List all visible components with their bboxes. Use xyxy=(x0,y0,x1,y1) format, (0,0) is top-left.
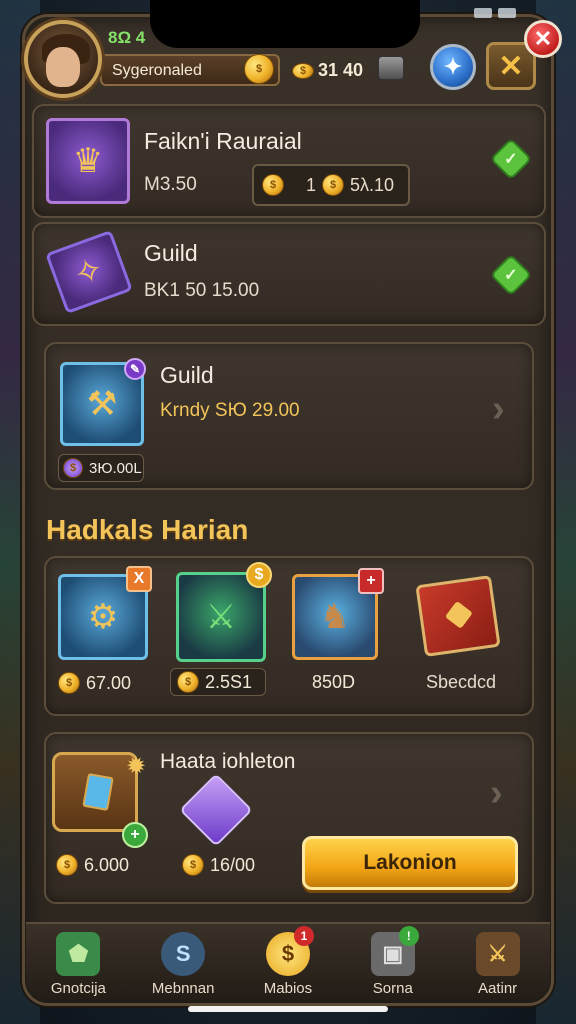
offer-card-3[interactable]: ⚒ ✎ Guild Krndy SЮ 29.00 3Ю.00L › xyxy=(44,342,534,490)
coin-icon xyxy=(322,174,345,196)
cross-swords-icon: ✕ xyxy=(498,49,524,83)
item-badge-2: $ xyxy=(246,562,272,588)
section-title: Hadkals Harian xyxy=(46,514,249,545)
chest-plus-badge: + xyxy=(122,822,148,848)
nav-item-2[interactable]: S Mebnnan xyxy=(135,932,231,997)
check-icon: ✓ xyxy=(504,151,518,168)
chevron-right-icon[interactable]: › xyxy=(490,772,503,815)
close-button[interactable]: ✕ xyxy=(524,20,562,58)
gold-pile-icon xyxy=(56,854,78,876)
item-price-3: 850D xyxy=(312,672,356,692)
nav-badge-4: ! xyxy=(398,926,419,946)
check-icon: ✓ xyxy=(504,267,518,284)
offer-title-1: Faikn'i Rauraial xyxy=(144,128,302,154)
chest-title: Haata iohleton xyxy=(160,750,296,773)
confirm-button-2[interactable]: ✓ xyxy=(489,253,533,297)
gold-counter: 31 40 xyxy=(292,60,363,81)
gold-amount: 31 40 xyxy=(318,60,364,80)
refresh-button[interactable]: ✦ xyxy=(430,44,476,90)
nav-item-1[interactable]: ⬟ Gnotcija xyxy=(30,932,126,997)
offer-title-2: Guild xyxy=(144,240,198,266)
offer-thumb-2: ✧ xyxy=(45,229,133,315)
shield-icon: S xyxy=(161,932,206,976)
coin-icon xyxy=(244,54,274,84)
map-icon: ⬟ xyxy=(56,932,101,976)
offer-tag-3: 3Ю.00L xyxy=(58,454,144,482)
nav-item-3[interactable]: $ 1 Mabios xyxy=(240,926,336,997)
item-price-2: 2.5S1 xyxy=(170,668,266,696)
close-icon: ✕ xyxy=(533,26,553,51)
status-icons xyxy=(474,8,516,18)
item-badge-1: X xyxy=(126,566,152,592)
notch xyxy=(150,0,420,48)
player-level: 8Ω 4 xyxy=(108,28,146,47)
nav-item-4[interactable]: ▣ ! Sorna xyxy=(345,926,441,997)
chest-price-right: 16/00 xyxy=(182,854,255,876)
offer-price-3: Krndy SЮ 29.00 xyxy=(160,400,300,421)
coin-icon xyxy=(182,854,204,876)
chest-price-left: 6.000 xyxy=(56,854,129,876)
gold-pile-icon xyxy=(292,62,314,79)
offer-price-2: BK1 50 15.00 xyxy=(144,280,260,301)
offer-title-3: Guild xyxy=(160,362,214,388)
offer-thumb-1: ♛ xyxy=(46,118,130,204)
avatar[interactable] xyxy=(24,20,102,98)
home-indicator xyxy=(188,1006,388,1012)
quantity-cost: 5λ.10 xyxy=(350,174,395,195)
nav-item-5[interactable]: ⚔ Aatinr xyxy=(450,932,546,997)
refresh-icon: ✦ xyxy=(443,54,463,79)
gold-pile-icon xyxy=(58,672,80,694)
cta-button[interactable]: Lakonion xyxy=(302,836,518,890)
quantity-value: 1 xyxy=(306,174,317,195)
battle-icon: ⚔ xyxy=(475,932,520,976)
gem-coin-icon xyxy=(63,458,83,478)
item-badge-3: + xyxy=(358,568,384,594)
offer-badge-3: ✎ xyxy=(124,358,146,380)
coin-icon xyxy=(177,671,199,693)
item-price-1: 67.00 xyxy=(58,672,131,694)
quantity-box[interactable]: 1 5λ.10 xyxy=(252,164,410,206)
chevron-right-icon[interactable]: › xyxy=(492,388,505,431)
offer-price-1: M3.50 xyxy=(144,174,197,195)
item-price-4: Sbecdcd xyxy=(426,672,497,692)
bottom-nav: ⬟ Gnotcija S Mebnnan $ 1 Mabios ▣ ! Sorn… xyxy=(26,922,550,1002)
confirm-button-1[interactable]: ✓ xyxy=(489,137,533,181)
offer-card-2[interactable]: ✧ Guild BK1 50 15.00 ✓ xyxy=(32,222,546,326)
stack-icon[interactable] xyxy=(378,56,404,80)
coin-icon xyxy=(262,174,284,196)
book-icon[interactable] xyxy=(415,575,501,657)
sparkle-icon: ✹ xyxy=(126,753,147,780)
nav-badge-3: 1 xyxy=(293,926,314,946)
